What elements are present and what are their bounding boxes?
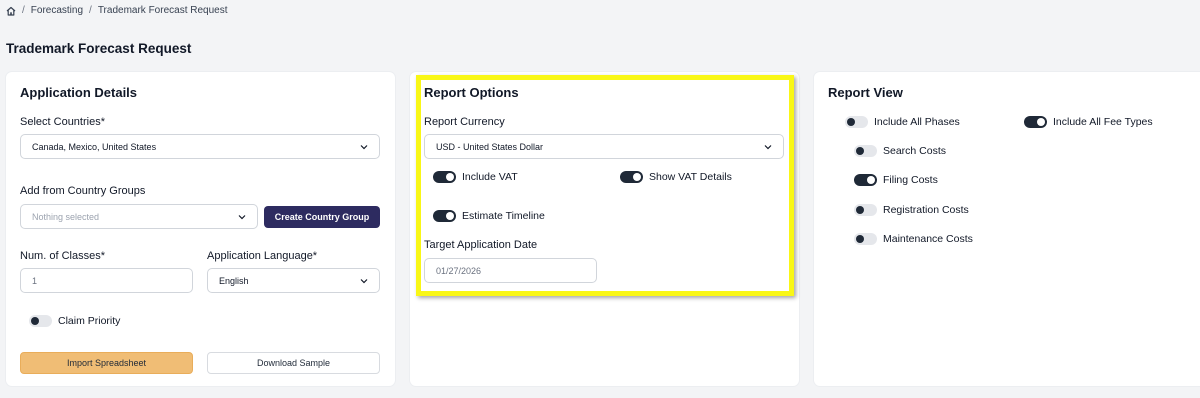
report-view-title: Report View bbox=[828, 85, 903, 100]
application-language-label: Application Language* bbox=[207, 250, 318, 262]
num-classes-label: Num. of Classes* bbox=[20, 250, 105, 262]
chevron-down-icon bbox=[360, 145, 368, 150]
country-groups-dropdown[interactable]: Nothing selected bbox=[20, 204, 258, 229]
breadcrumb-current: Trademark Forecast Request bbox=[97, 5, 228, 16]
breadcrumb: / Forecasting / Trademark Forecast Reque… bbox=[6, 5, 228, 16]
report-currency-dropdown[interactable]: USD - United States Dollar bbox=[424, 134, 784, 159]
report-view-card: Report View Include All Phases Include A… bbox=[814, 72, 1200, 386]
maintenance-costs-switch[interactable] bbox=[854, 233, 877, 245]
application-details-title: Application Details bbox=[20, 85, 138, 100]
breadcrumb-forecasting[interactable]: Forecasting bbox=[31, 5, 83, 16]
search-costs-switch[interactable] bbox=[854, 145, 877, 157]
estimate-timeline-label: Estimate Timeline bbox=[462, 210, 545, 222]
include-all-phases-switch[interactable] bbox=[845, 116, 868, 128]
include-all-fee-types-switch[interactable] bbox=[1024, 116, 1047, 128]
application-language-dropdown[interactable]: English bbox=[207, 268, 380, 293]
registration-costs-switch[interactable] bbox=[854, 204, 877, 216]
include-vat-toggle[interactable]: Include VAT bbox=[433, 171, 518, 183]
registration-costs-label: Registration Costs bbox=[883, 204, 969, 216]
target-date-input[interactable]: 01/27/2026 bbox=[424, 258, 597, 283]
claim-priority-label: Claim Priority bbox=[58, 315, 121, 327]
maintenance-costs-label: Maintenance Costs bbox=[883, 233, 973, 245]
application-details-card: Application Details Select Countries* Ca… bbox=[6, 72, 395, 386]
report-currency-value: USD - United States Dollar bbox=[436, 141, 544, 152]
select-countries-dropdown[interactable]: Canada, Mexico, United States bbox=[20, 134, 380, 159]
maintenance-costs-toggle[interactable]: Maintenance Costs bbox=[854, 233, 973, 245]
filing-costs-label: Filing Costs bbox=[883, 174, 938, 186]
report-options-card: Report Options Report Currency USD - Uni… bbox=[410, 72, 799, 386]
country-groups-placeholder: Nothing selected bbox=[32, 211, 100, 222]
breadcrumb-separator: / bbox=[89, 5, 92, 16]
include-all-fee-types-label: Include All Fee Types bbox=[1053, 116, 1153, 128]
show-vat-details-toggle[interactable]: Show VAT Details bbox=[620, 171, 732, 183]
application-language-value: English bbox=[219, 275, 249, 286]
include-all-phases-toggle[interactable]: Include All Phases bbox=[845, 116, 960, 128]
report-currency-label: Report Currency bbox=[424, 116, 505, 128]
select-countries-label: Select Countries* bbox=[20, 116, 105, 128]
claim-priority-switch[interactable] bbox=[29, 315, 52, 327]
estimate-timeline-toggle[interactable]: Estimate Timeline bbox=[433, 210, 545, 222]
registration-costs-toggle[interactable]: Registration Costs bbox=[854, 204, 969, 216]
search-costs-toggle[interactable]: Search Costs bbox=[854, 145, 946, 157]
claim-priority-toggle[interactable]: Claim Priority bbox=[29, 315, 120, 327]
page-title: Trademark Forecast Request bbox=[6, 41, 192, 56]
report-options-title: Report Options bbox=[424, 85, 519, 100]
select-countries-value: Canada, Mexico, United States bbox=[32, 141, 157, 152]
show-vat-details-switch[interactable] bbox=[620, 171, 643, 183]
include-vat-label: Include VAT bbox=[462, 171, 518, 183]
filing-costs-switch[interactable] bbox=[854, 174, 877, 186]
import-spreadsheet-button[interactable]: Import Spreadsheet bbox=[20, 352, 193, 374]
search-costs-label: Search Costs bbox=[883, 145, 947, 157]
include-vat-switch[interactable] bbox=[433, 171, 456, 183]
create-country-group-button[interactable]: Create Country Group bbox=[264, 206, 380, 228]
target-date-label: Target Application Date bbox=[424, 239, 538, 251]
breadcrumb-separator: / bbox=[22, 5, 25, 16]
include-all-phases-label: Include All Phases bbox=[874, 116, 960, 128]
num-classes-input[interactable]: 1 bbox=[20, 268, 193, 293]
show-vat-details-label: Show VAT Details bbox=[649, 171, 732, 183]
country-groups-label: Add from Country Groups bbox=[20, 185, 146, 197]
chevron-down-icon bbox=[764, 145, 772, 150]
estimate-timeline-switch[interactable] bbox=[433, 210, 456, 222]
filing-costs-toggle[interactable]: Filing Costs bbox=[854, 174, 938, 186]
download-sample-button[interactable]: Download Sample bbox=[207, 352, 380, 374]
chevron-down-icon bbox=[360, 279, 368, 284]
include-all-fee-types-toggle[interactable]: Include All Fee Types bbox=[1024, 116, 1153, 128]
chevron-down-icon bbox=[238, 215, 246, 220]
home-icon[interactable] bbox=[6, 6, 16, 16]
